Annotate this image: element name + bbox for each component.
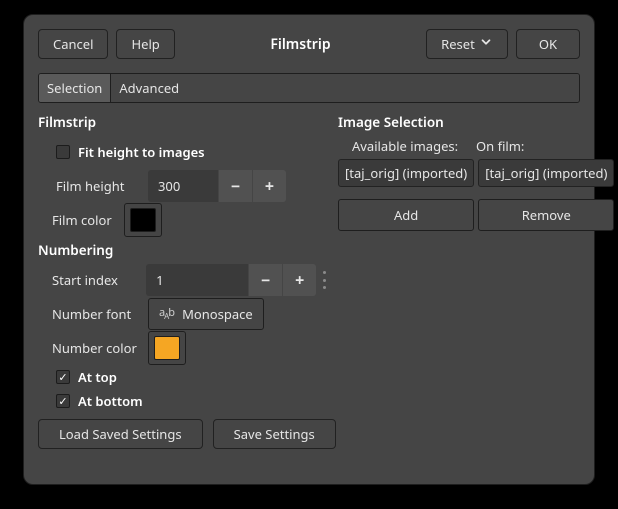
- film-color-label: Film color: [52, 211, 124, 229]
- start-index-spinner: − +: [146, 264, 316, 296]
- right-panel: Image Selection Available images: On fil…: [338, 109, 614, 413]
- font-icon: aAb: [159, 307, 174, 321]
- on-film-list[interactable]: [taj_orig] (imported): [478, 159, 614, 187]
- film-height-input[interactable]: [148, 170, 218, 202]
- film-color-swatch: [130, 208, 156, 232]
- film-color-button[interactable]: [124, 203, 162, 237]
- reset-button[interactable]: Reset: [426, 29, 508, 59]
- number-color-label: Number color: [52, 339, 148, 357]
- available-images-list[interactable]: [taj_orig] (imported): [338, 159, 474, 187]
- fit-height-row: Fit height to images: [38, 135, 328, 169]
- number-color-row: Number color: [38, 331, 328, 365]
- dialog-filmstrip: Cancel Help Filmstrip Reset OK Selection…: [23, 14, 595, 485]
- remove-button[interactable]: Remove: [478, 199, 614, 231]
- reset-label: Reset: [441, 35, 475, 53]
- on-film-label: On film:: [476, 137, 614, 155]
- start-index-label: Start index: [52, 271, 146, 289]
- number-font-row: Number font aAb Monospace: [38, 297, 328, 331]
- at-top-row: At top: [38, 365, 328, 389]
- dialog-title: Filmstrip: [270, 35, 330, 54]
- number-color-button[interactable]: [148, 331, 186, 365]
- number-font-button[interactable]: aAb Monospace: [148, 298, 264, 330]
- at-top-checkbox[interactable]: [56, 370, 70, 384]
- at-bottom-row: At bottom: [38, 389, 328, 413]
- start-index-row: Start index − +: [38, 263, 328, 297]
- number-color-swatch: [154, 336, 180, 360]
- at-bottom-checkbox[interactable]: [56, 394, 70, 408]
- help-button[interactable]: Help: [116, 29, 174, 59]
- left-panel: Filmstrip Fit height to images Film heig…: [38, 109, 328, 413]
- film-height-spinner: − +: [148, 170, 286, 202]
- at-bottom-label: At bottom: [78, 392, 143, 410]
- start-index-input[interactable]: [146, 264, 248, 296]
- start-index-plus[interactable]: +: [282, 264, 316, 296]
- add-button[interactable]: Add: [338, 199, 474, 231]
- film-height-label: Film height: [56, 177, 148, 195]
- fit-height-label: Fit height to images: [78, 143, 205, 161]
- dialog-footer: Load Saved Settings Save Settings: [38, 419, 580, 449]
- tab-bar: Selection Advanced: [38, 73, 580, 103]
- number-font-label: Number font: [52, 305, 148, 323]
- section-filmstrip: Filmstrip: [38, 113, 328, 131]
- section-numbering: Numbering: [38, 241, 328, 259]
- film-height-plus[interactable]: +: [252, 170, 286, 202]
- film-height-row: Film height − +: [38, 169, 328, 203]
- available-images-label: Available images:: [352, 137, 472, 155]
- at-top-label: At top: [78, 368, 117, 386]
- number-font-value: Monospace: [182, 305, 253, 323]
- drag-grip-icon[interactable]: [320, 271, 328, 289]
- fit-height-checkbox[interactable]: [56, 145, 70, 159]
- list-item[interactable]: [taj_orig] (imported): [485, 164, 607, 182]
- cancel-button[interactable]: Cancel: [38, 29, 108, 59]
- ok-button[interactable]: OK: [516, 29, 580, 59]
- dialog-header: Cancel Help Filmstrip Reset OK: [38, 29, 580, 59]
- save-settings-button[interactable]: Save Settings: [213, 419, 336, 449]
- tab-advanced[interactable]: Advanced: [111, 74, 579, 102]
- start-index-minus[interactable]: −: [248, 264, 282, 296]
- chevron-down-icon: [479, 35, 493, 53]
- film-height-minus[interactable]: −: [218, 170, 252, 202]
- load-saved-settings-button[interactable]: Load Saved Settings: [38, 419, 203, 449]
- tab-selection[interactable]: Selection: [39, 74, 111, 102]
- list-item[interactable]: [taj_orig] (imported): [345, 164, 467, 182]
- film-color-row: Film color: [38, 203, 328, 237]
- section-image-selection: Image Selection: [338, 113, 614, 131]
